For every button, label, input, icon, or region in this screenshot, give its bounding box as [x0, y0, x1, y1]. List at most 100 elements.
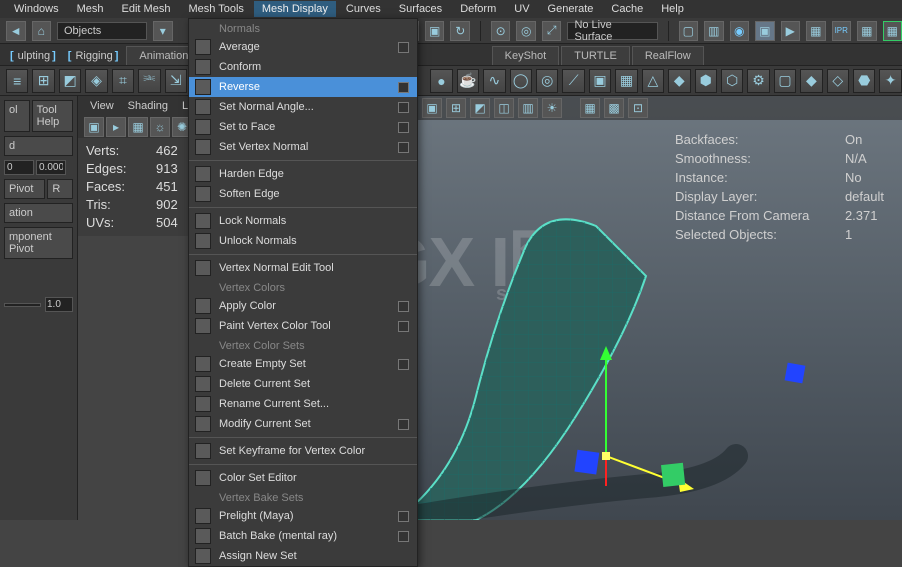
menu-item-optionbox[interactable] [398, 142, 409, 153]
menu-item-set-to-face[interactable]: Set to Face [189, 117, 417, 137]
shelf-obj1-icon[interactable]: ⬢ [695, 69, 717, 93]
menu-item-optionbox[interactable] [398, 82, 409, 93]
vp-camera-icon[interactable]: ▣ [84, 117, 104, 137]
menu-item-batch-bake-mental-ray[interactable]: Batch Bake (mental ray) [189, 526, 417, 546]
menu-item-lock-normals[interactable]: Lock Normals [189, 211, 417, 231]
menu-surfaces[interactable]: Surfaces [391, 1, 450, 17]
live-surface-field[interactable]: No Live Surface [567, 22, 657, 40]
vp-light-icon[interactable]: ☼ [150, 117, 170, 137]
tool-button-d[interactable]: d [4, 136, 73, 156]
menu-item-vertex-normal-edit-tool[interactable]: Vertex Normal Edit Tool [189, 258, 417, 278]
shelf-cube2-icon[interactable]: ▦ [615, 69, 637, 93]
shelf-r1-icon[interactable]: ◆ [800, 69, 822, 93]
shelf-cone-icon[interactable]: △ [642, 69, 664, 93]
chevron-down-icon[interactable]: ▾ [153, 21, 173, 41]
shelf-tool-3-icon[interactable]: ◩ [59, 69, 81, 93]
shelf-sphere-icon[interactable]: ● [430, 69, 452, 93]
menu-item-set-vertex-normal[interactable]: Set Vertex Normal [189, 137, 417, 157]
shelf-tool-6-icon[interactable]: ⎃ [138, 69, 160, 93]
shading-menu[interactable]: Shading [122, 99, 174, 113]
menu-item-average[interactable]: Average [189, 37, 417, 57]
render-icon[interactable]: ▣ [755, 21, 775, 41]
shelf-donut-icon[interactable]: ◎ [536, 69, 558, 93]
menu-item-create-empty-set[interactable]: Create Empty Set [189, 354, 417, 374]
menu-item-set-keyframe-for-vertex-color[interactable]: Set Keyframe for Vertex Color [189, 441, 417, 461]
shelf-tool-2-icon[interactable]: ⊞ [32, 69, 54, 93]
objects-field[interactable]: Objects [57, 22, 147, 40]
home-icon[interactable]: ⌂ [32, 21, 52, 41]
menu-item-conform[interactable]: Conform [189, 57, 417, 77]
tab-sculpting[interactable]: [ulpting] [6, 47, 62, 65]
shelf-gear-icon[interactable]: ⚙ [747, 69, 769, 93]
play-icon[interactable]: ▶ [781, 21, 801, 41]
clapper-icon[interactable]: ▦ [806, 21, 826, 41]
tool-button-ol[interactable]: ol [4, 100, 30, 132]
menu-item-delete-current-set[interactable]: Delete Current Set [189, 374, 417, 394]
menu-generate[interactable]: Generate [540, 1, 602, 17]
shelf-slash-icon[interactable]: ⟋ [562, 69, 584, 93]
shelf-r4-icon[interactable]: ✦ [879, 69, 901, 93]
menu-item-rename-current-set[interactable]: Rename Current Set... [189, 394, 417, 414]
menu-item-reverse[interactable]: Reverse [189, 77, 417, 97]
settings-2-icon[interactable]: ▦ [883, 21, 902, 41]
vp-grid-icon[interactable]: ▦ [128, 117, 148, 137]
shelf-diamond-icon[interactable]: ◆ [668, 69, 690, 93]
menu-deform[interactable]: Deform [452, 1, 504, 17]
menu-item-soften-edge[interactable]: Soften Edge [189, 184, 417, 204]
expand-icon[interactable]: ⤢ [542, 21, 562, 41]
gizmo-plane-xz[interactable] [785, 363, 806, 384]
tab-realflow[interactable]: RealFlow [632, 46, 704, 65]
viewport-3d[interactable]: ▣ ⊞ ◩ ◫ ▥ ☀ ▦ ▩ ⊡ Backfaces:OnSmoothness… [416, 96, 902, 520]
arrow-left-icon[interactable]: ◄ [6, 21, 26, 41]
r-button[interactable]: R [47, 179, 73, 199]
menu-cache[interactable]: Cache [603, 1, 651, 17]
shelf-r2-icon[interactable]: ◇ [827, 69, 849, 93]
tab-turtle[interactable]: TURTLE [561, 46, 630, 65]
coord-x-input[interactable] [4, 160, 34, 175]
menu-item-optionbox[interactable] [398, 102, 409, 113]
shelf-cube1-icon[interactable]: ▣ [589, 69, 611, 93]
slider-track[interactable] [4, 303, 41, 307]
menu-curves[interactable]: Curves [338, 1, 389, 17]
view-menu[interactable]: View [84, 99, 120, 113]
shelf-circle-icon[interactable]: ◯ [510, 69, 532, 93]
shelf-tool-5-icon[interactable]: ⌗ [112, 69, 134, 93]
vp-flag-icon[interactable]: ▸ [106, 117, 126, 137]
menu-item-unlock-normals[interactable]: Unlock Normals [189, 231, 417, 251]
menu-item-set-normal-angle[interactable]: Set Normal Angle... [189, 97, 417, 117]
shelf-tool-7-icon[interactable]: ⇲ [165, 69, 187, 93]
menu-item-optionbox[interactable] [398, 301, 409, 312]
layout-2-icon[interactable]: ▥ [704, 21, 724, 41]
menu-item-apply-color[interactable]: Apply Color [189, 296, 417, 316]
menu-mesh-display[interactable]: Mesh Display [254, 1, 336, 17]
tab-keyshot[interactable]: KeyShot [492, 46, 560, 65]
pivot-button[interactable]: Pivot [4, 179, 45, 199]
shelf-box-icon[interactable]: ▢ [774, 69, 796, 93]
menu-item-harden-edge[interactable]: Harden Edge [189, 164, 417, 184]
magnet-icon[interactable]: ⊙ [491, 21, 511, 41]
refresh-icon[interactable]: ↻ [450, 21, 470, 41]
menu-item-optionbox[interactable] [398, 321, 409, 332]
target-icon[interactable]: ◎ [516, 21, 536, 41]
shelf-wave-icon[interactable]: ∿ [483, 69, 505, 93]
shelf-r3-icon[interactable]: ⬣ [853, 69, 875, 93]
menu-uv[interactable]: UV [506, 1, 537, 17]
ipr-icon[interactable]: IPR [832, 21, 852, 41]
shelf-tool-4-icon[interactable]: ◈ [85, 69, 107, 93]
coord-y-input[interactable] [36, 160, 66, 175]
menu-item-paint-vertex-color-tool[interactable]: Paint Vertex Color Tool [189, 316, 417, 336]
layout-1-icon[interactable]: ▢ [679, 21, 699, 41]
globe-icon[interactable]: ◉ [730, 21, 750, 41]
shelf-tool-1-icon[interactable]: ≡ [6, 69, 28, 93]
menu-mesh[interactable]: Mesh [69, 1, 112, 17]
menu-edit-mesh[interactable]: Edit Mesh [114, 1, 179, 17]
shelf-teapot-icon[interactable]: ☕ [457, 69, 479, 93]
menu-item-optionbox[interactable] [398, 419, 409, 430]
slider-value-input[interactable] [45, 297, 73, 312]
move-gizmo[interactable] [566, 336, 706, 496]
ation-button[interactable]: ation [4, 203, 73, 223]
menu-item-assign-new-set[interactable]: Assign New Set [189, 546, 417, 566]
menu-item-optionbox[interactable] [398, 42, 409, 53]
settings-1-icon[interactable]: ▦ [857, 21, 877, 41]
menu-item-modify-current-set[interactable]: Modify Current Set [189, 414, 417, 434]
